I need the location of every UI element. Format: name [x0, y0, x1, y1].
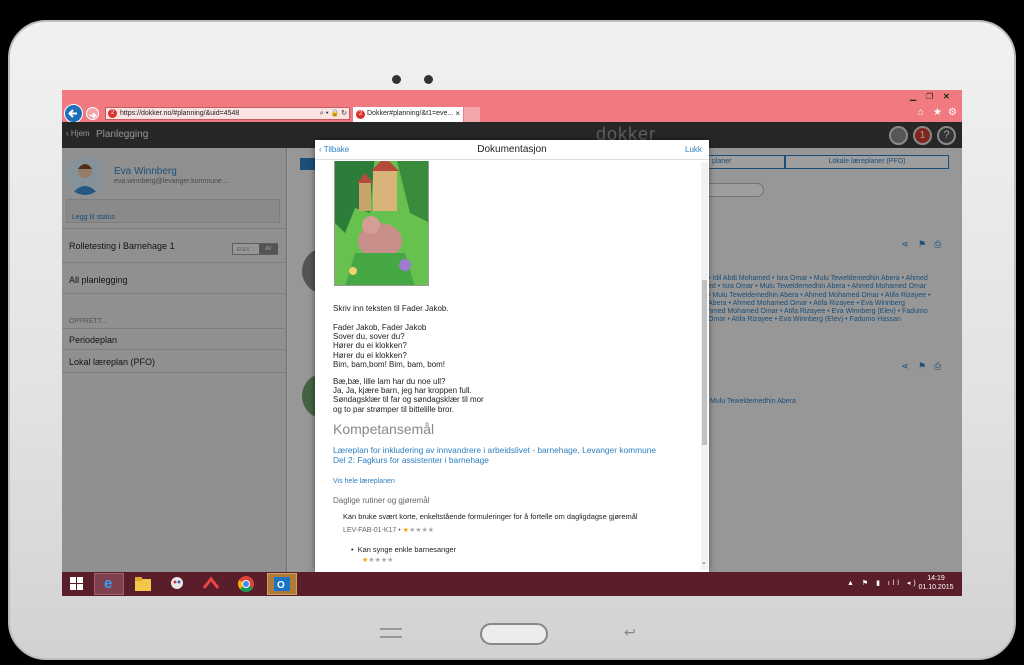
tablet-menu-button[interactable]	[380, 628, 402, 638]
svg-text:O: O	[277, 580, 285, 591]
sub-goal-item: • Kan synge enkle barnesanger	[351, 545, 456, 554]
verse-line: Fader Jakob, Fader Jakob	[333, 323, 427, 332]
new-tab-button[interactable]	[464, 107, 480, 122]
screen: 2 https://dokker.no/#planning/&uid=4548 …	[62, 90, 962, 596]
search-lock-refresh-icons: ⌕ ▾ 🔒 ↻	[319, 110, 347, 117]
verse-line: Hører du ei klokken?	[333, 341, 407, 351]
taskbar-app-4[interactable]	[200, 575, 222, 593]
star-empty-icon[interactable]: ★	[428, 527, 434, 534]
goal-rating: ★★★★★	[403, 527, 434, 534]
curriculum-link-line: Læreplan for inkludering av innvandrere …	[333, 445, 657, 455]
intro-text: Skriv inn teksten til Fader Jakob.	[333, 304, 449, 313]
bullet-icon: •	[351, 545, 358, 554]
verse-line: Bæ,bæ, lille lam har du noe ull?	[333, 377, 446, 386]
taskbar-file-explorer[interactable]	[132, 575, 154, 593]
settings-gear-icon[interactable]: ⚙	[948, 107, 957, 118]
forward-arrow-icon	[89, 112, 97, 119]
tray-icons[interactable]: ▲ ⚑ ▮ ıll ◂)	[847, 579, 919, 587]
back-arrow-icon	[68, 109, 77, 118]
paint-icon	[171, 577, 183, 589]
minimize-icon[interactable]: ▁	[910, 92, 916, 101]
modal-scrollbar[interactable]: ⌄	[701, 162, 708, 570]
address-bar[interactable]: 2 https://dokker.no/#planning/&uid=4548 …	[105, 107, 350, 120]
documentation-modal: ‹ Tilbake Dokumentasjon Lukk Skriv inn t…	[315, 140, 709, 572]
favorites-star-icon[interactable]: ★	[933, 107, 942, 118]
sub-goal-rating: ★★★★★	[362, 556, 393, 565]
taskbar: e O ▲ ⚑ ▮ ıll ◂) 14:19 01.10.2015	[62, 572, 962, 596]
verse-line: Bim, bam,bom! Bim, bam, bom!	[333, 359, 446, 369]
chrome-icon	[238, 576, 254, 592]
illustration-image	[335, 161, 428, 285]
scrollbar-thumb[interactable]	[702, 280, 707, 445]
outlook-icon: O	[274, 577, 290, 591]
start-button[interactable]	[66, 575, 88, 593]
taskbar-chrome[interactable]	[235, 575, 257, 593]
curriculum-link[interactable]: Læreplan for inkludering av innvandrere …	[333, 445, 656, 465]
back-button[interactable]	[64, 104, 83, 123]
verse-2: Bæ,bæ, lille lam har du noe ull? Ja, Ja,…	[333, 377, 484, 414]
front-camera	[392, 75, 401, 84]
modal-title: Dokumentasjon	[477, 144, 547, 155]
scroll-down-icon[interactable]: ⌄	[701, 558, 707, 566]
verse-line: Søndagsklær til far og søndagsklær til m…	[333, 395, 484, 405]
browser-tab-active[interactable]: 2 Dokker#planning/&t1=eve... ×	[353, 107, 463, 122]
verse-line: Hører du ei klokken?	[333, 350, 407, 360]
curriculum-link-line: Del 2: Fagkurs for assistenter i barneha…	[333, 455, 489, 465]
taskbar-ie[interactable]: e	[94, 573, 124, 595]
windows-logo-icon	[70, 577, 83, 590]
verse-line: Ja, Ja, kjære barn, jeg har kroppen full…	[333, 386, 472, 396]
forward-button[interactable]	[86, 107, 99, 120]
goal-heading: Daglige rutiner og gjøremål	[333, 496, 430, 505]
snipping-icon	[202, 576, 220, 589]
story-illustration[interactable]	[334, 161, 429, 286]
window-close-icon[interactable]: ✕	[943, 92, 950, 101]
clock-time: 14:19	[927, 575, 945, 582]
browser-toolbar: 2 https://dokker.no/#planning/&uid=4548 …	[62, 90, 962, 123]
modal-body: Skriv inn teksten til Fader Jakob. Fader…	[315, 161, 700, 572]
tab-close-icon[interactable]: ×	[455, 107, 460, 121]
tab-title: Dokker#planning/&t1=eve...	[367, 110, 454, 117]
url-text: https://dokker.no/#planning/&uid=4548	[120, 110, 240, 117]
verse-line: og to par strømper til bittelille bror.	[333, 404, 454, 414]
site-icon: 2	[108, 109, 117, 118]
modal-close-button[interactable]: Lukk	[685, 145, 702, 154]
front-sensor	[424, 75, 433, 84]
modal-header: ‹ Tilbake Dokumentasjon Lukk	[315, 140, 709, 160]
maximize-icon[interactable]: ❐	[926, 92, 933, 101]
clock[interactable]: 14:19 01.10.2015	[914, 574, 958, 592]
goal-text: Kan bruke svært korte, enkeltstående for…	[343, 512, 638, 521]
taskbar-app-3[interactable]	[166, 575, 188, 593]
ie-icon: e	[104, 575, 113, 592]
clock-date: 01.10.2015	[918, 584, 954, 591]
taskbar-outlook[interactable]: O	[267, 573, 297, 595]
tablet-home-button[interactable]	[480, 623, 548, 645]
tab-favicon: 2	[356, 110, 365, 119]
home-icon[interactable]: ⌂	[918, 107, 924, 118]
tablet-back-button[interactable]: ↩	[624, 624, 636, 641]
goal-code: LEV-FAB-01-K17 •	[343, 527, 401, 534]
star-empty-icon[interactable]: ★	[387, 557, 393, 564]
folder-icon	[135, 577, 151, 591]
show-plan-link[interactable]: Vis hele læreplanen	[333, 477, 395, 486]
verse-1: Fader Jakob, Fader Jakob Sover du, sover…	[333, 323, 445, 369]
sub-goal-text: Kan synge enkle barnesanger	[357, 545, 456, 554]
verse-line: Sover du, sover du?	[333, 332, 405, 342]
goal-code-row: LEV-FAB-01-K17 • ★★★★★	[343, 526, 434, 535]
competence-heading: Kompetansemål	[333, 421, 435, 437]
